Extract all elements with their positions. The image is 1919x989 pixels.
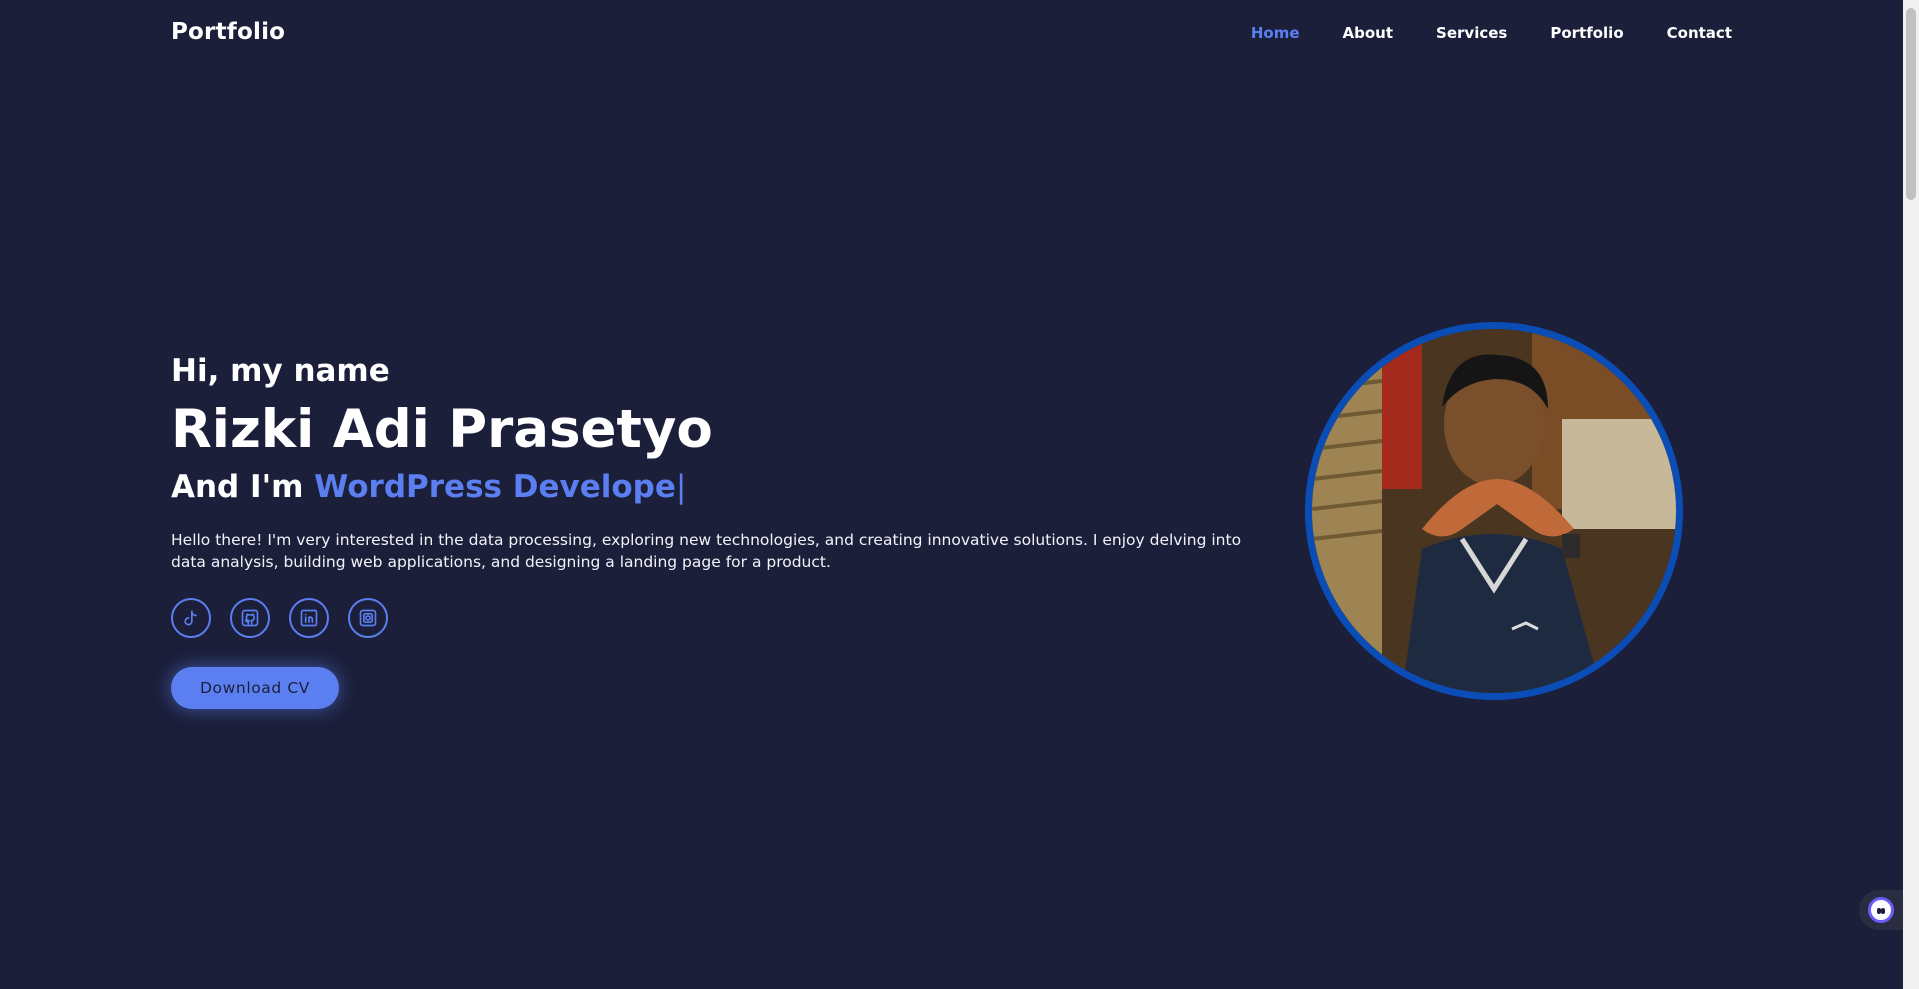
tiktok-link[interactable] [171, 598, 211, 638]
github-icon [241, 609, 259, 627]
nav-item-home[interactable]: Home [1251, 24, 1300, 42]
role-typed-text: WordPress Develope [314, 469, 676, 505]
social-links [171, 598, 1271, 638]
nav-item-about[interactable]: About [1343, 24, 1394, 42]
nav-item-services[interactable]: Services [1436, 24, 1507, 42]
instagram-link[interactable] [348, 598, 388, 638]
page-scrollbar[interactable] [1903, 0, 1919, 989]
scrollbar-thumb[interactable] [1906, 8, 1916, 200]
navbar: Portfolio Home About Services Portfolio … [0, 0, 1903, 68]
hero-greeting: Hi, my name [171, 353, 390, 389]
role-prefix: And I'm [171, 469, 304, 505]
instagram-icon [359, 609, 377, 627]
hero-name: Rizki Adi Prasetyo [171, 399, 713, 460]
nav-menu: Home About Services Portfolio Contact [1251, 24, 1732, 42]
chat-widget-button[interactable] [1859, 890, 1903, 930]
hero-description: Hello there! I'm very interested in the … [171, 531, 1242, 571]
github-link[interactable] [230, 598, 270, 638]
nav-item-portfolio[interactable]: Portfolio [1550, 24, 1623, 42]
linkedin-icon [300, 609, 318, 627]
linkedin-link[interactable] [289, 598, 329, 638]
hero-role: And I'm WordPress Develope| [171, 466, 1271, 508]
profile-photo [1305, 322, 1683, 700]
brand-logo[interactable]: Portfolio [171, 19, 285, 45]
nav-item-contact[interactable]: Contact [1667, 24, 1732, 42]
hero-section: Hi, my name Rizki Adi Prasetyo And I'm W… [171, 350, 1271, 709]
download-cv-button[interactable]: Download CV [171, 667, 339, 709]
typing-cursor: | [675, 469, 687, 505]
profile-photo-illustration [1312, 329, 1676, 693]
chat-bot-icon [1868, 897, 1894, 923]
tiktok-icon [184, 610, 197, 626]
